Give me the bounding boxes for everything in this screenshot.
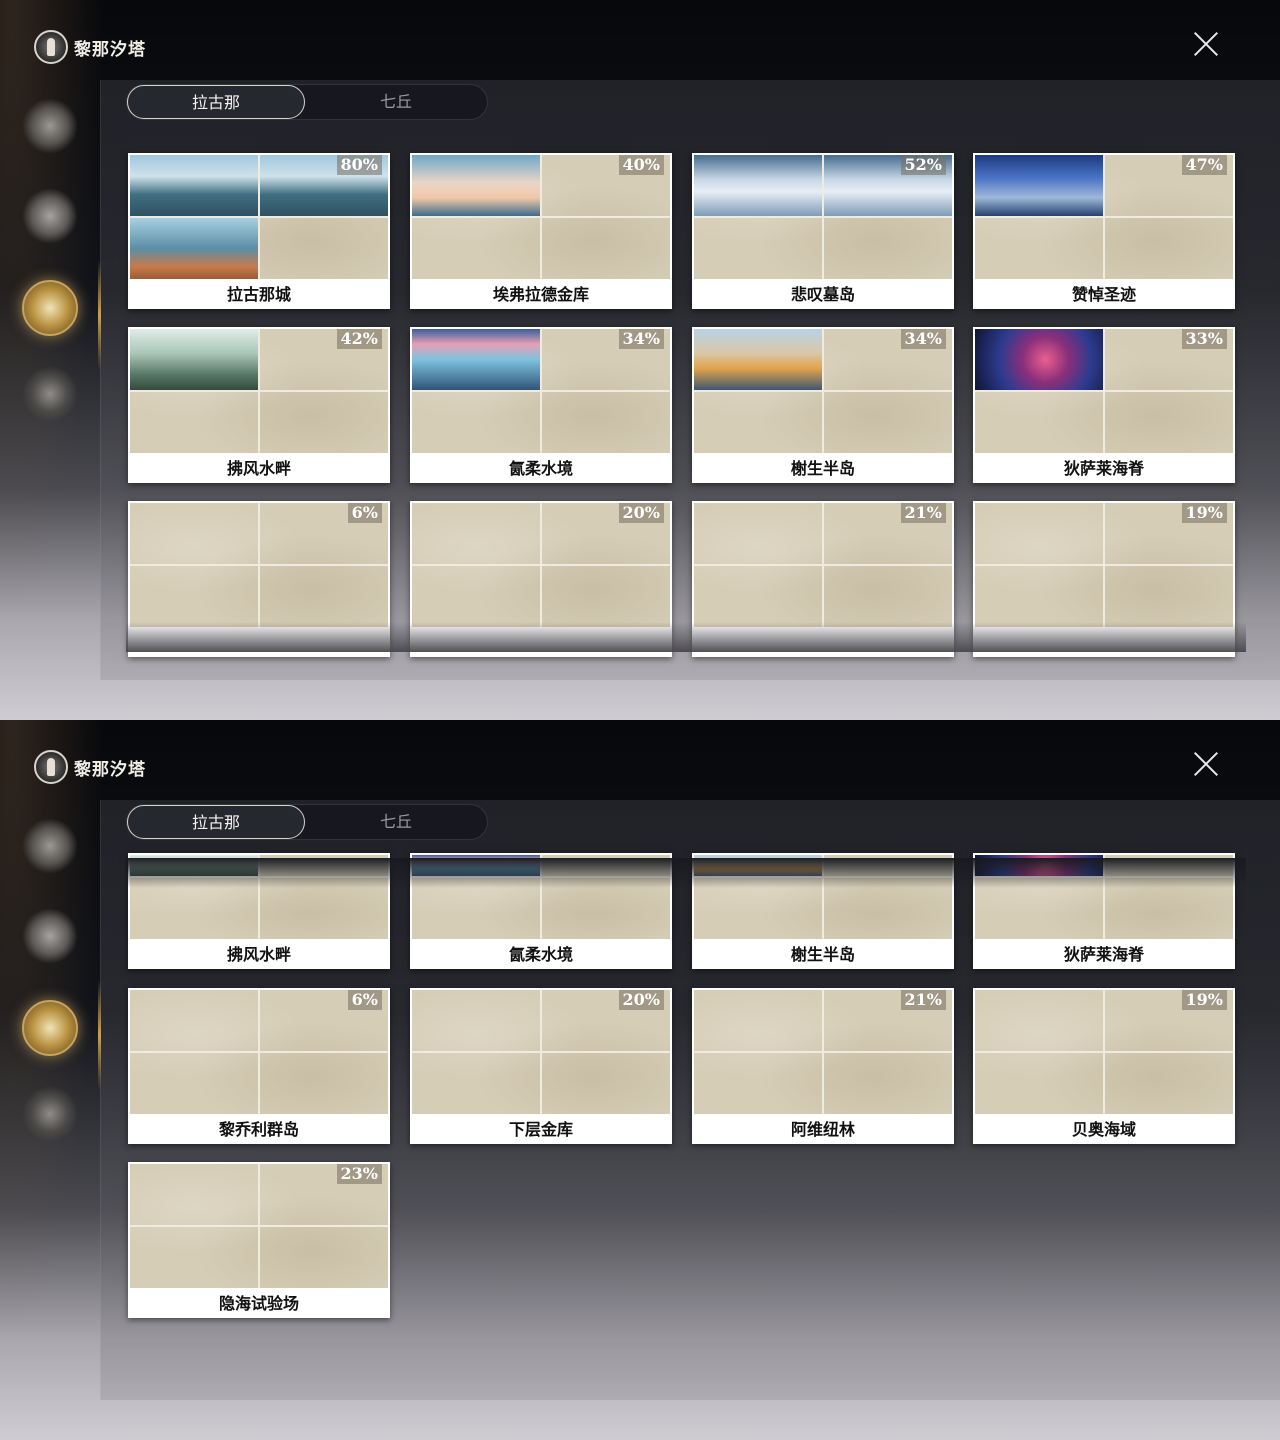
area-name: 悲叹墓岛: [790, 285, 855, 304]
page-title: 黎那汐塔: [74, 39, 146, 60]
area-name: 拂风水畔: [226, 945, 291, 964]
area-card[interactable]: 52% 悲叹墓岛: [692, 153, 954, 309]
close-icon[interactable]: [1188, 26, 1224, 62]
exploration-percent: 6%: [347, 990, 382, 1010]
exploration-percent: 21%: [900, 503, 946, 523]
area-name: 黎乔利群岛: [218, 1120, 299, 1139]
area-card[interactable]: 34% 氤柔水境: [410, 327, 672, 483]
area-name: 阿维纽林: [790, 1120, 855, 1139]
area-card[interactable]: 6% 黎乔利群岛: [128, 988, 390, 1144]
area-name: 下层金库: [508, 1120, 573, 1139]
map-panel-2: 黎那汐塔 拉古那 七丘 拂风水畔 氤柔水境 榭生半岛 狄萨莱海脊 6% 黎乔利群…: [0, 720, 1280, 1440]
map-piece-image: [412, 155, 540, 216]
area-name: 拉古那城: [226, 285, 291, 304]
area-name: 赞悼圣迹: [1071, 285, 1136, 304]
region-emblem-icon: [34, 30, 68, 64]
exploration-percent: 52%: [900, 155, 946, 175]
tab-bar: 拉古那 七丘: [126, 84, 488, 120]
tab-laguna[interactable]: 拉古那: [127, 85, 305, 119]
sidebar-region-1-icon[interactable]: [22, 818, 78, 874]
map-piece-image: [130, 155, 258, 216]
area-card[interactable]: 34% 榭生半岛: [692, 327, 954, 483]
tab-laguna[interactable]: 拉古那: [127, 805, 305, 839]
area-name: 氤柔水境: [508, 459, 573, 478]
map-piece-image: [130, 218, 258, 279]
area-name: 狄萨莱海脊: [1063, 945, 1144, 964]
area-name: 埃弗拉德金库: [492, 285, 589, 304]
exploration-percent: 40%: [618, 155, 664, 175]
region-emblem-icon: [34, 750, 68, 784]
sidebar-region-2-icon[interactable]: [22, 908, 78, 964]
area-card[interactable]: 40% 埃弗拉德金库: [410, 153, 672, 309]
area-name: 贝奥海域: [1071, 1120, 1136, 1139]
sidebar-region-2-icon[interactable]: [22, 188, 78, 244]
area-name: 氤柔水境: [508, 945, 573, 964]
map-piece-image: [130, 329, 258, 390]
header: 黎那汐塔: [34, 30, 146, 64]
tab-seven-hills[interactable]: 七丘: [307, 805, 485, 839]
sidebar-region-1-icon[interactable]: [22, 98, 78, 154]
map-piece-image: [694, 155, 822, 216]
scroll-fade: [126, 858, 1246, 888]
area-name: 榭生半岛: [790, 459, 855, 478]
map-panel-1: 黎那汐塔 拉古那 七丘 80% 拉古那城 40% 埃弗拉德金库 52% 悲叹墓岛…: [0, 0, 1280, 720]
tab-bar: 拉古那 七丘: [126, 804, 488, 840]
area-card[interactable]: 33% 狄萨莱海脊: [973, 327, 1235, 483]
sidebar-region-3-icon[interactable]: [22, 1000, 78, 1056]
area-name: 狄萨莱海脊: [1063, 459, 1144, 478]
exploration-percent: 21%: [900, 990, 946, 1010]
exploration-percent: 6%: [347, 503, 382, 523]
header: 黎那汐塔: [34, 750, 146, 784]
exploration-percent: 80%: [336, 155, 382, 175]
sidebar-active-indicator: [98, 980, 101, 1090]
scroll-fade: [126, 622, 1246, 652]
sidebar-region-4-icon[interactable]: [22, 366, 78, 422]
sidebar-region-3-icon[interactable]: [22, 280, 78, 336]
area-card[interactable]: 20% 下层金库: [410, 988, 672, 1144]
map-piece-image: [975, 155, 1103, 216]
exploration-percent: 20%: [618, 503, 664, 523]
map-piece-image: [412, 329, 540, 390]
area-card[interactable]: 21% 阿维纽林: [692, 988, 954, 1144]
exploration-percent: 34%: [618, 329, 664, 349]
sidebar-active-indicator: [98, 260, 101, 370]
map-piece-image: [975, 329, 1103, 390]
page-title: 黎那汐塔: [74, 759, 146, 780]
close-icon[interactable]: [1188, 746, 1224, 782]
area-name: 榭生半岛: [790, 945, 855, 964]
exploration-percent: 20%: [618, 990, 664, 1010]
area-card[interactable]: 19% 贝奥海域: [973, 988, 1235, 1144]
area-card[interactable]: 23% 隐海试验场: [128, 1162, 390, 1318]
map-piece-image: [694, 329, 822, 390]
exploration-percent: 42%: [336, 329, 382, 349]
tab-seven-hills[interactable]: 七丘: [307, 85, 485, 119]
exploration-percent: 19%: [1181, 503, 1227, 523]
exploration-percent: 47%: [1181, 155, 1227, 175]
exploration-percent: 33%: [1181, 329, 1227, 349]
area-card[interactable]: 42% 拂风水畔: [128, 327, 390, 483]
exploration-percent: 19%: [1181, 990, 1227, 1010]
exploration-percent: 23%: [336, 1164, 382, 1184]
area-name: 拂风水畔: [226, 459, 291, 478]
exploration-percent: 34%: [900, 329, 946, 349]
area-card[interactable]: 47% 赞悼圣迹: [973, 153, 1235, 309]
sidebar-region-4-icon[interactable]: [22, 1086, 78, 1142]
area-name: 隐海试验场: [218, 1294, 299, 1313]
area-card[interactable]: 80% 拉古那城: [128, 153, 390, 309]
